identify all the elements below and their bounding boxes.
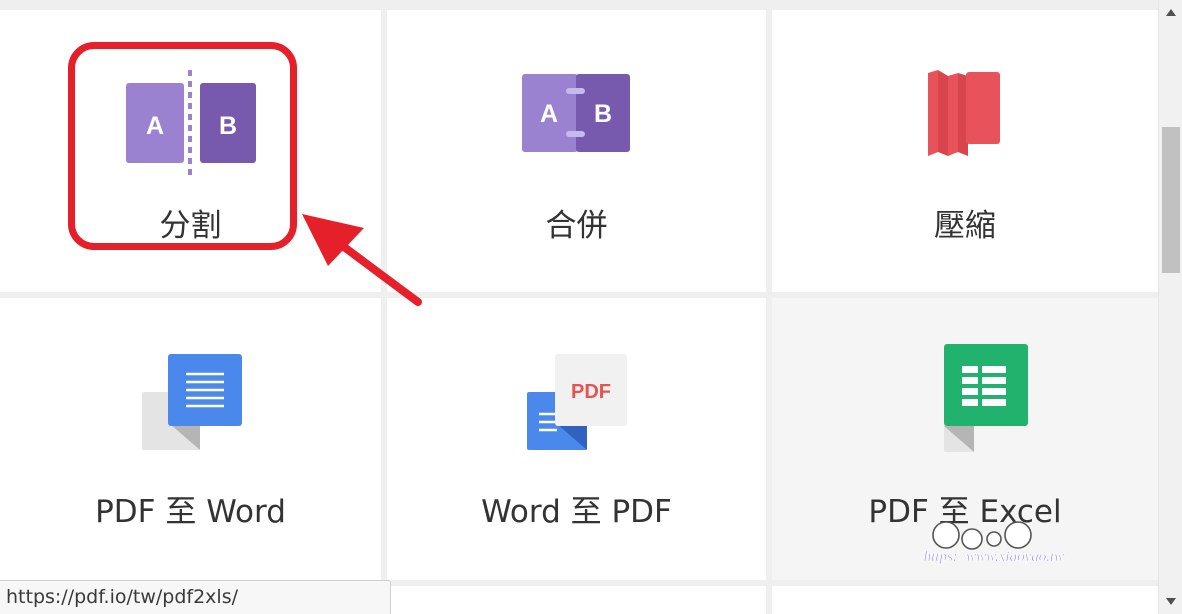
tool-label-compress: 壓縮	[934, 208, 996, 244]
watermark-logo: https://www.xiaoyao.tw/	[923, 521, 1071, 565]
tool-tile-compress[interactable]: 壓縮	[772, 10, 1158, 292]
tool-tile-word-to-pdf[interactable]: PDF Word 至 PDF	[387, 298, 766, 580]
tool-label-word-to-pdf: Word 至 PDF	[481, 494, 672, 530]
tool-tile-partial[interactable]	[772, 586, 1158, 614]
tool-label-pdf-to-word: PDF 至 Word	[95, 494, 286, 530]
annotation-highlight-box	[68, 42, 297, 250]
svg-text:B: B	[594, 100, 612, 128]
svg-text:PDF: PDF	[571, 381, 611, 403]
vertical-scrollbar[interactable]	[1158, 0, 1182, 614]
scroll-up-arrow-icon[interactable]	[1159, 4, 1182, 21]
tool-tile-pdf-to-word[interactable]: PDF 至 Word	[0, 298, 381, 580]
scroll-down-arrow-icon[interactable]	[1159, 593, 1182, 610]
compress-icon	[928, 70, 1000, 156]
svg-text:A: A	[540, 100, 558, 128]
annotation-arrow	[302, 214, 422, 306]
svg-text:https://www.xiaoyao.tw/: https://www.xiaoyao.tw/	[924, 549, 1071, 565]
pdf-to-word-icon	[142, 354, 242, 450]
tool-label-merge: 合併	[545, 208, 608, 244]
status-bar-url: https://pdf.io/tw/pdf2xls/	[0, 580, 391, 614]
merge-icon: A B	[522, 74, 630, 152]
tool-tile-partial[interactable]	[387, 586, 766, 614]
scrollbar-thumb[interactable]	[1162, 127, 1180, 273]
word-to-pdf-icon: PDF	[527, 354, 627, 450]
pdf-to-excel-icon	[944, 344, 1028, 452]
tool-tile-merge[interactable]: A B 合併	[387, 10, 766, 292]
